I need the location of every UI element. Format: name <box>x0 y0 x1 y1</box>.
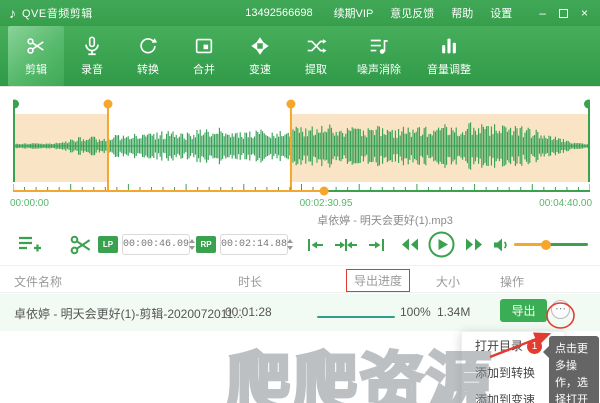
settings-link[interactable]: 设置 <box>490 5 512 21</box>
titlebar-right: 13492566698 续期VIP 意见反馈 帮助 设置 – × <box>245 0 600 26</box>
volume-slider-track[interactable] <box>546 243 588 246</box>
watermark-text: 爬爬资源 <box>224 345 494 403</box>
skip-start-icon <box>308 239 323 251</box>
tab-label: 提取 <box>305 64 327 76</box>
spinner-down-icon[interactable] <box>189 246 196 250</box>
end-time-label: 00:04:40.00 <box>539 198 592 209</box>
tab-denoise[interactable]: 噪声消除 <box>344 26 414 86</box>
tab-label: 变速 <box>249 64 271 76</box>
jump-to-center-button[interactable] <box>334 236 358 254</box>
tab-label: 噪声消除 <box>357 64 401 76</box>
column-export-progress-highlighted: 导出进度 <box>346 269 411 292</box>
renew-vip-link[interactable]: 续期VIP <box>334 5 374 21</box>
row-file-size: 1.34M <box>437 305 471 319</box>
convert-icon <box>140 38 158 54</box>
rewind-icon <box>402 238 418 251</box>
tab-label: 音量调整 <box>427 64 471 76</box>
feedback-link[interactable]: 意见反馈 <box>390 5 434 21</box>
skip-center-icon <box>335 239 357 251</box>
more-actions-button[interactable]: ⋯ <box>551 300 570 319</box>
add-list-icon <box>19 236 41 252</box>
tab-extract[interactable]: 提取 <box>288 26 344 86</box>
tab-merge[interactable]: 合并 <box>176 26 232 86</box>
tab-convert[interactable]: 转换 <box>120 26 176 86</box>
speaker-icon <box>494 238 507 252</box>
volume-mute-button[interactable] <box>492 236 510 254</box>
close-icon[interactable]: × <box>581 7 588 19</box>
export-button[interactable]: 导出 <box>500 299 547 322</box>
main-toolbar: 剪辑 录音 转换 合并 变速 提取 噪声消除 音量调整 <box>0 26 600 87</box>
tab-label: 录音 <box>81 64 103 76</box>
play-button[interactable] <box>428 231 455 258</box>
column-file-name: 文件名称 <box>14 275 63 289</box>
merge-icon <box>195 38 213 54</box>
right-point-badge: RP <box>196 236 216 253</box>
tab-label: 合并 <box>193 64 215 76</box>
column-size: 大小 <box>436 275 461 289</box>
tab-clip[interactable]: 剪辑 <box>8 26 64 86</box>
minimize-icon[interactable]: – <box>539 7 546 19</box>
account-phone-number: 13492566698 <box>245 7 313 19</box>
waveform-display[interactable] <box>13 98 590 198</box>
tutorial-tooltip: 点击更多操作，选择打开目录 <box>543 336 599 403</box>
waveform-panel: 00:00:00 00:02:30.95 00:04:40.00 卓依婷 - 明… <box>0 88 600 227</box>
start-time-label: 00:00:00 <box>10 198 49 209</box>
scissors-icon <box>27 38 44 54</box>
tab-label: 转换 <box>137 64 159 76</box>
jump-to-start-button[interactable] <box>306 236 326 254</box>
volume-slider-knob[interactable] <box>541 239 551 250</box>
loaded-file-label: 卓依婷 - 明天会更好(1).mp3 <box>317 215 453 227</box>
editor-control-bar: LP 00:00:46.09 RP 00:02:14.88 <box>0 228 600 264</box>
equalizer-bars-icon <box>442 38 456 54</box>
left-point-time-input[interactable]: 00:00:46.09 <box>122 234 196 255</box>
table-row[interactable]: 卓依婷 - 明天会更好(1)-剪辑-2020072011... 00:01:28… <box>0 294 600 331</box>
spinner-up-icon[interactable] <box>287 239 294 243</box>
scissors-icon <box>70 235 91 255</box>
row-progress-bar <box>317 316 395 318</box>
window-controls: – × <box>539 7 588 19</box>
shuffle-icon <box>307 39 327 53</box>
maximize-icon[interactable] <box>558 8 568 18</box>
row-duration: 00:01:28 <box>225 305 272 319</box>
help-link[interactable]: 帮助 <box>451 5 473 21</box>
left-point-time-value[interactable]: 00:00:46.09 <box>123 239 189 250</box>
denoise-icon <box>370 39 388 54</box>
time-ruler-labels: 00:00:00 00:02:30.95 00:04:40.00 <box>0 198 600 212</box>
right-point-time-value[interactable]: 00:02:14.88 <box>221 239 287 250</box>
app-title: QVE音频剪辑 <box>22 8 93 20</box>
speed-icon <box>251 37 269 55</box>
tab-volume-adjust[interactable]: 音量调整 <box>414 26 484 86</box>
fast-forward-button[interactable] <box>464 237 484 252</box>
right-point-time-input[interactable]: 00:02:14.88 <box>220 234 294 255</box>
play-icon <box>428 231 455 258</box>
column-duration: 时长 <box>238 275 263 289</box>
tab-speed[interactable]: 变速 <box>232 26 288 86</box>
tab-label: 剪辑 <box>25 64 47 76</box>
microphone-icon <box>85 36 99 56</box>
time-spinner[interactable] <box>287 239 296 250</box>
qve-audio-editor-window: ♪ QVE音频剪辑 13492566698 续期VIP 意见反馈 帮助 设置 –… <box>0 0 600 403</box>
file-table-header: 文件名称 时长 导出进度 大小 操作 <box>0 265 600 293</box>
app-logo-note-icon: ♪ <box>9 5 16 21</box>
cut-button[interactable] <box>68 232 94 258</box>
column-operation: 操作 <box>500 275 525 289</box>
row-progress-percent: 100% <box>400 305 431 319</box>
playhead-time-label: 00:02:30.95 <box>299 198 353 209</box>
skip-end-icon <box>369 239 384 251</box>
fast-forward-icon <box>466 238 482 251</box>
add-to-list-button[interactable] <box>16 232 42 258</box>
spinner-up-icon[interactable] <box>189 239 196 243</box>
title-bar: ♪ QVE音频剪辑 13492566698 续期VIP 意见反馈 帮助 设置 –… <box>0 0 600 26</box>
rewind-button[interactable] <box>400 237 420 252</box>
left-point-badge: LP <box>98 236 118 253</box>
jump-to-end-button[interactable] <box>366 236 386 254</box>
step-number-badge: 1 <box>527 339 542 354</box>
tab-record[interactable]: 录音 <box>64 26 120 86</box>
spinner-down-icon[interactable] <box>287 246 294 250</box>
